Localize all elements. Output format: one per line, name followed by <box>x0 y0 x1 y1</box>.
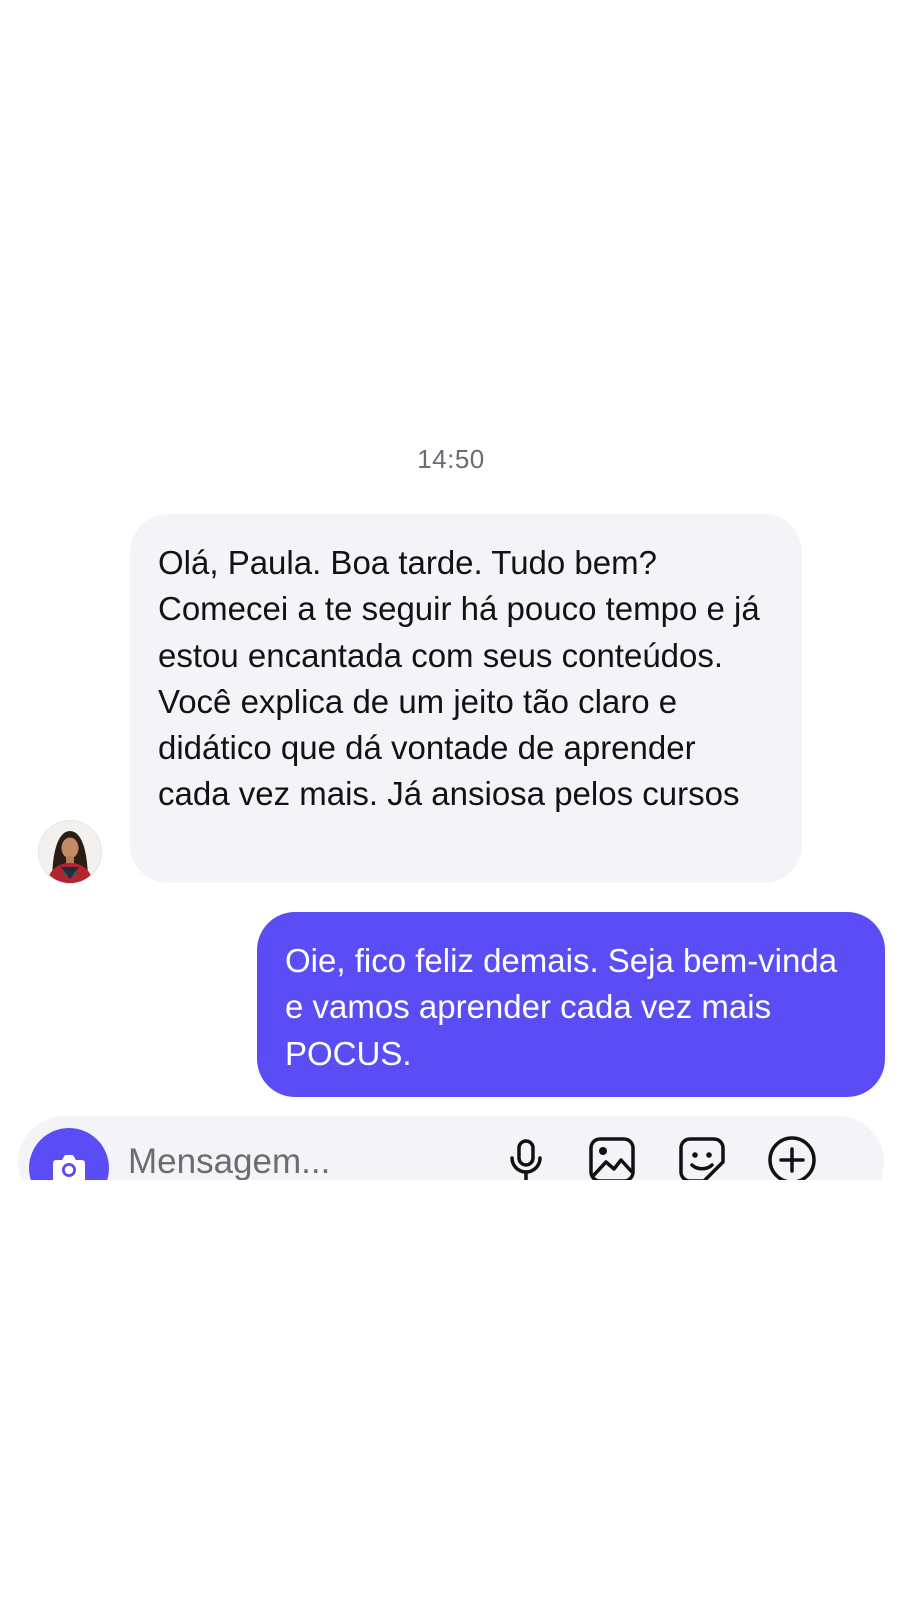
plus-circle-icon <box>768 1136 816 1180</box>
more-options-button[interactable] <box>764 1132 820 1180</box>
gallery-button[interactable] <box>584 1132 640 1180</box>
microphone-icon <box>510 1139 542 1180</box>
camera-button[interactable] <box>29 1128 109 1180</box>
sticker-icon <box>679 1137 725 1180</box>
microphone-button[interactable] <box>498 1132 554 1180</box>
camera-icon <box>53 1155 85 1180</box>
composer-area <box>0 1100 902 1180</box>
message-input[interactable] <box>128 1132 488 1180</box>
incoming-message-bubble[interactable]: Olá, Paula. Boa tarde. Tudo bem? Comecei… <box>130 514 802 883</box>
avatar-image <box>39 821 101 883</box>
avatar[interactable] <box>38 820 102 884</box>
outgoing-message-bubble[interactable]: Oie, fico feliz demais. Seja bem-vinda e… <box>257 912 885 1097</box>
message-timestamp: 14:50 <box>417 444 485 474</box>
gallery-icon <box>589 1137 635 1180</box>
sticker-button[interactable] <box>674 1132 730 1180</box>
outgoing-message-text: Oie, fico feliz demais. Seja bem-vinda e… <box>285 942 838 1072</box>
incoming-message-text: Olá, Paula. Boa tarde. Tudo bem? Comecei… <box>158 544 760 813</box>
message-composer <box>18 1116 884 1180</box>
